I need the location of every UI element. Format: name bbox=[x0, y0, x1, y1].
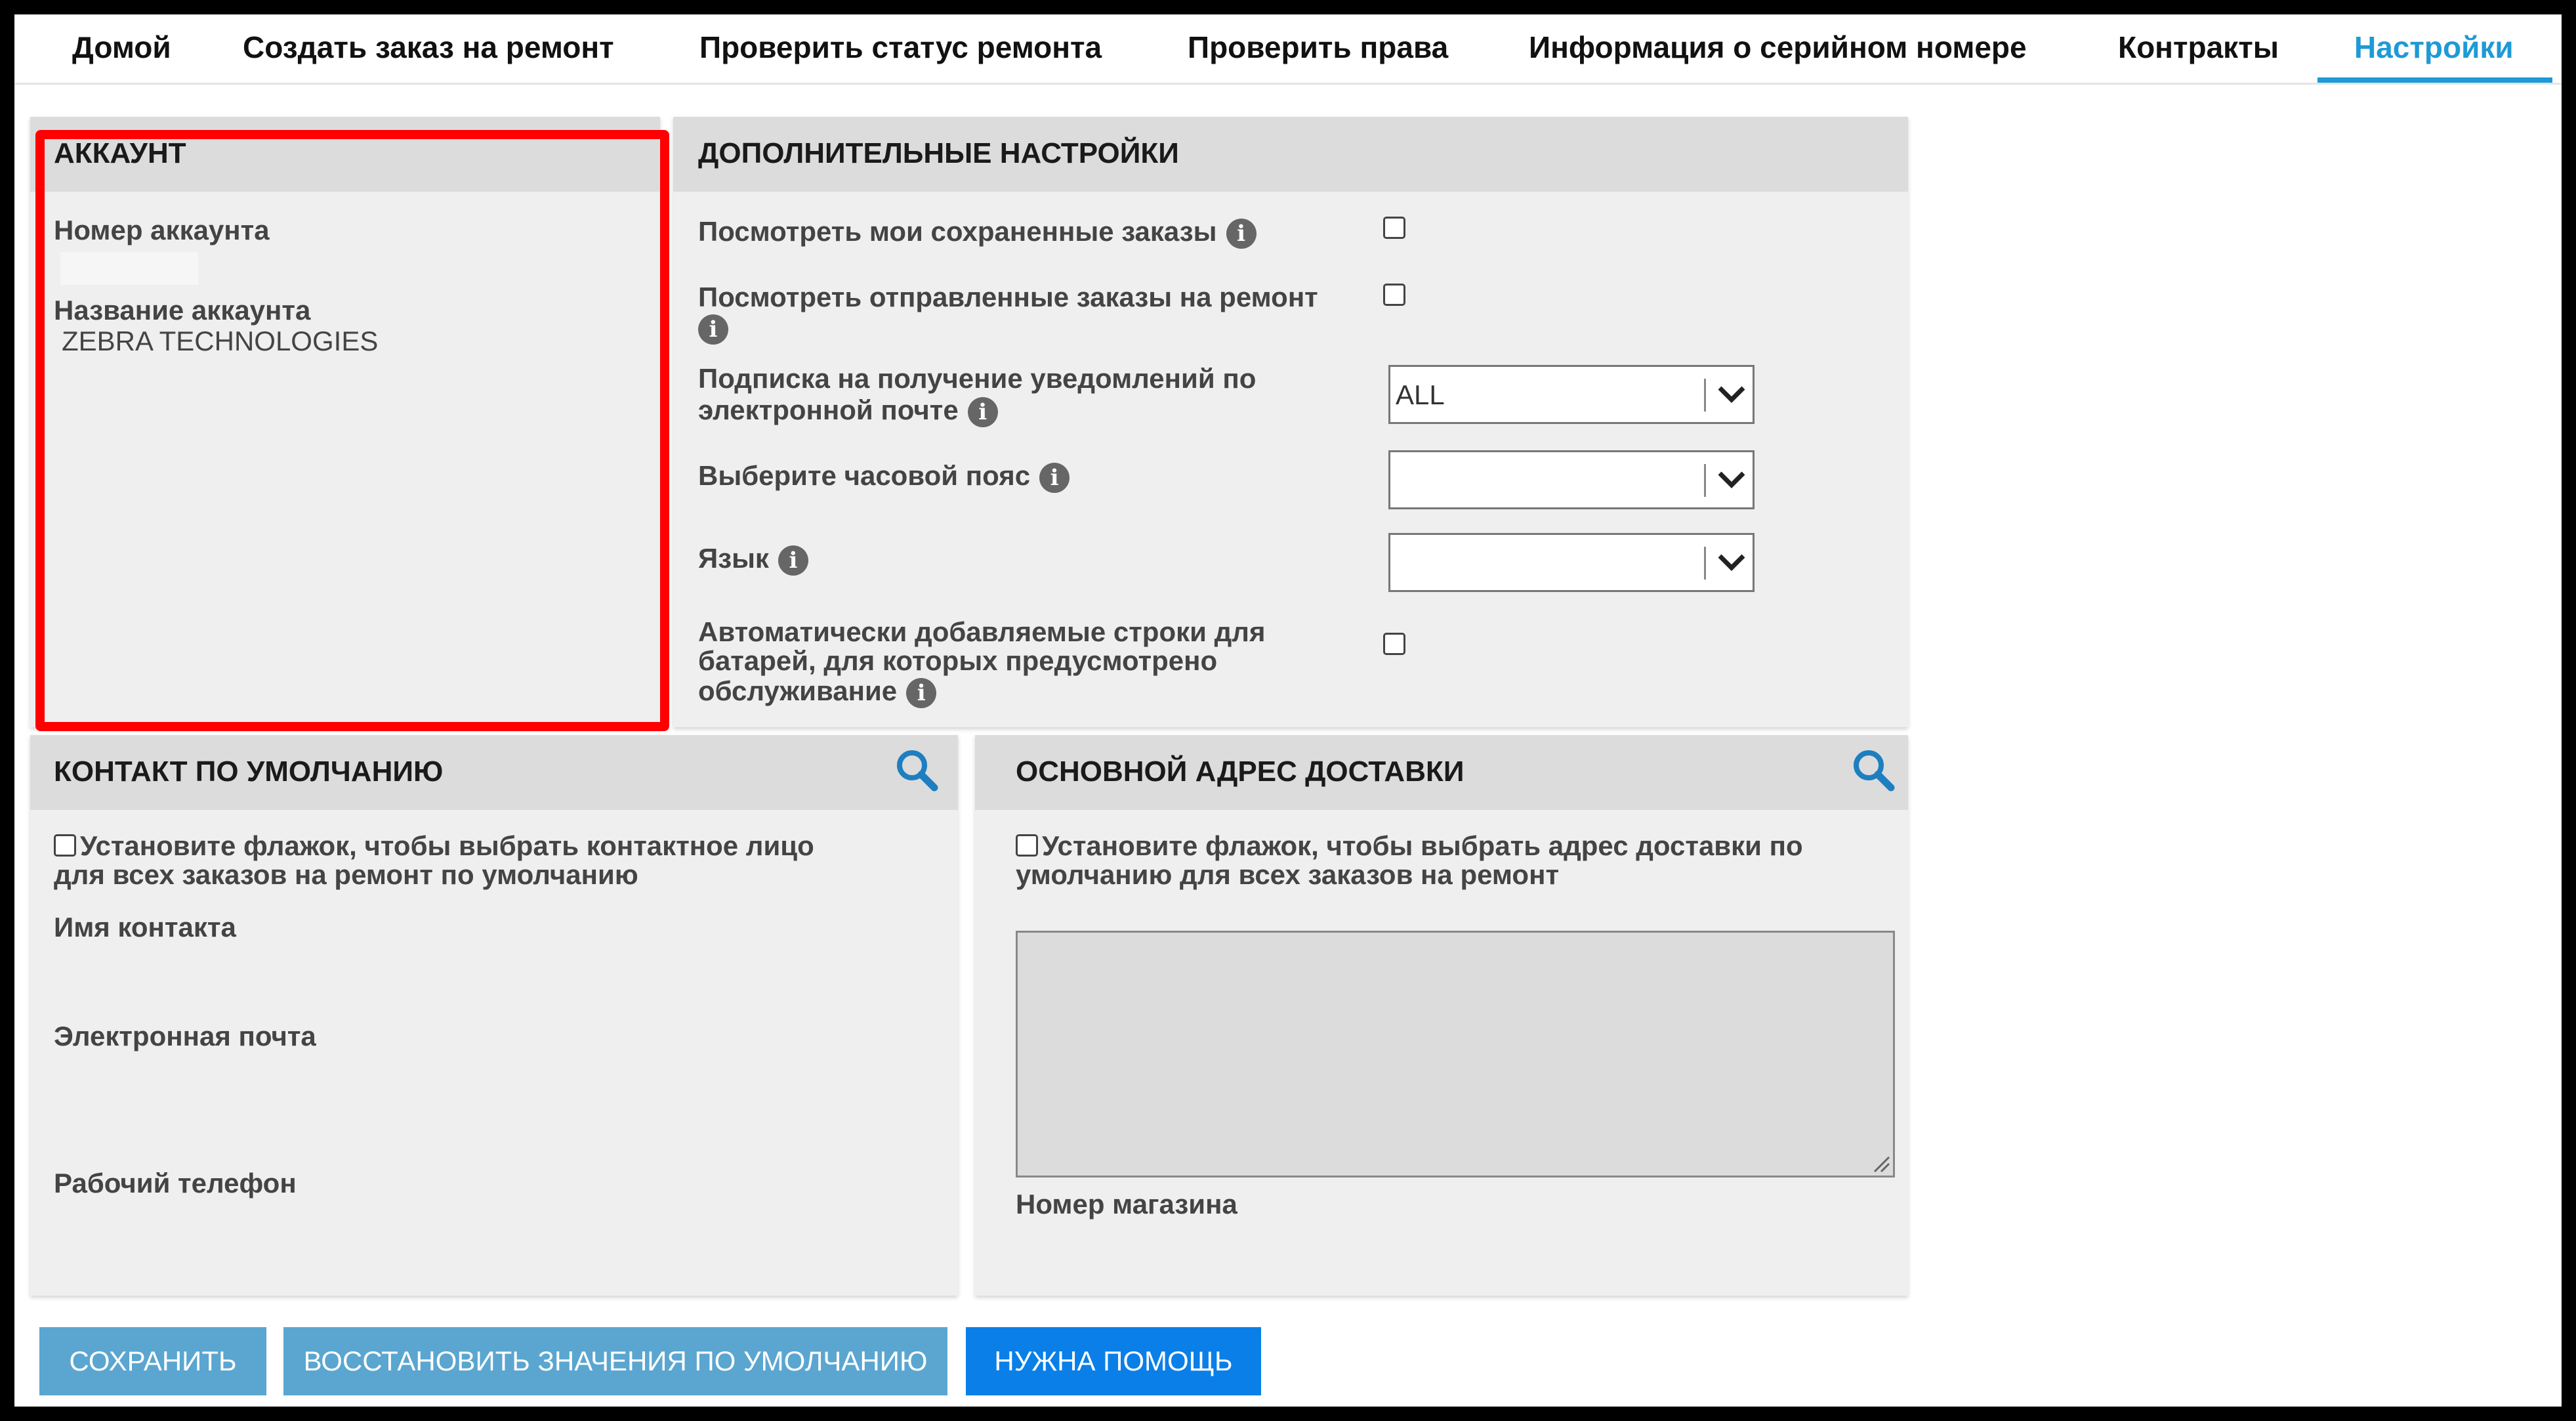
email-subscription-value: ALL bbox=[1396, 379, 1445, 410]
shipping-address-textarea[interactable] bbox=[1016, 931, 1895, 1177]
search-icon[interactable] bbox=[894, 747, 940, 793]
email-subscription-label-line2: электронной почте i bbox=[698, 395, 998, 427]
default-contact-panel: КОНТАКТ ПО УМОЛЧАНИЮ Установите флажок, … bbox=[30, 735, 958, 1296]
additional-settings-title: ДОПОЛНИТЕЛЬНЫЕ НАСТРОЙКИ bbox=[698, 137, 1179, 169]
top-nav: Домой Создать заказ на ремонт Проверить … bbox=[14, 14, 2562, 85]
battery-label-line1: Автоматически добавляемые строки для bbox=[698, 616, 1266, 647]
sent-orders-label: Посмотреть отправленные заказы на ремонт bbox=[698, 282, 1318, 312]
default-contact-checkbox-line1: Установите флажок, чтобы выбрать контакт… bbox=[54, 831, 814, 861]
nav-contracts[interactable]: Контракты bbox=[2118, 14, 2279, 83]
additional-settings-panel: ДОПОЛНИТЕЛЬНЫЕ НАСТРОЙКИ Посмотреть мои … bbox=[673, 117, 1908, 727]
account-panel-title: АККАУНТ bbox=[54, 137, 186, 169]
settings-page: Домой Создать заказ на ремонт Проверить … bbox=[14, 14, 2562, 1407]
shipping-address-header: ОСНОВНОЙ АДРЕС ДОСТАВКИ bbox=[975, 735, 1908, 810]
nav-serial-number-info[interactable]: Информация о серийном номере bbox=[1529, 14, 2027, 83]
account-number-label: Номер аккаунта bbox=[54, 215, 270, 245]
battery-text: обслуживание bbox=[698, 675, 898, 706]
nav-check-entitlement[interactable]: Проверить права bbox=[1188, 14, 1448, 83]
nav-settings[interactable]: Настройки bbox=[2354, 14, 2514, 83]
info-icon[interactable]: i bbox=[698, 314, 728, 345]
info-icon[interactable]: i bbox=[1039, 462, 1070, 493]
email-subscription-text: электронной почте bbox=[698, 394, 959, 425]
default-contact-title: КОНТАКТ ПО УМОЛЧАНИЮ bbox=[54, 755, 444, 788]
default-contact-checkbox-text: Установите флажок, чтобы выбрать контакт… bbox=[80, 830, 814, 861]
battery-auto-add-checkbox[interactable] bbox=[1383, 633, 1405, 655]
chevron-down-icon bbox=[1718, 471, 1745, 488]
info-icon[interactable]: i bbox=[967, 396, 998, 427]
account-name-value: ZEBRA TECHNOLOGIES bbox=[62, 326, 379, 356]
sent-orders-info-wrap: i bbox=[689, 312, 728, 345]
chevron-down-icon bbox=[1718, 386, 1745, 403]
account-panel: АККАУНТ Номер аккаунта Название аккаунта… bbox=[30, 117, 660, 727]
restore-defaults-button[interactable]: ВОССТАНОВИТЬ ЗНАЧЕНИЯ ПО УМОЛЧАНИЮ bbox=[283, 1327, 947, 1395]
search-icon[interactable] bbox=[1850, 747, 1896, 793]
sent-orders-checkbox[interactable] bbox=[1383, 284, 1405, 306]
timezone-text: Выберите часовой пояс bbox=[698, 460, 1031, 491]
timezone-select[interactable] bbox=[1388, 450, 1755, 509]
battery-label-line3: обслуживание i bbox=[698, 675, 937, 708]
chevron-down-icon bbox=[1718, 554, 1745, 571]
saved-orders-label: Посмотреть мои сохраненные заказы i bbox=[698, 217, 1257, 249]
select-separator bbox=[1704, 547, 1706, 580]
resize-grip-icon[interactable] bbox=[1872, 1155, 1890, 1173]
default-contact-header: КОНТАКТ ПО УМОЛЧАНИЮ bbox=[30, 735, 958, 810]
shipping-checkbox-text: Установите флажок, чтобы выбрать адрес д… bbox=[1042, 830, 1803, 861]
language-select[interactable] bbox=[1388, 533, 1755, 592]
language-text: Язык bbox=[698, 543, 769, 574]
store-number-label: Номер магазина bbox=[1016, 1189, 1237, 1220]
contact-email-label: Электронная почта bbox=[54, 1021, 316, 1051]
battery-label-line2: батарей, для которых предусмотрено bbox=[698, 645, 1218, 676]
timezone-label: Выберите часовой пояс i bbox=[698, 461, 1070, 493]
info-icon[interactable]: i bbox=[1226, 218, 1257, 249]
shipping-checkbox-line1: Установите флажок, чтобы выбрать адрес д… bbox=[1016, 831, 1803, 861]
contact-phone-label: Рабочий телефон bbox=[54, 1168, 297, 1198]
select-separator bbox=[1704, 379, 1706, 412]
language-label: Язык i bbox=[698, 543, 808, 576]
email-subscription-select[interactable]: ALL bbox=[1388, 365, 1755, 424]
shipping-address-title: ОСНОВНОЙ АДРЕС ДОСТАВКИ bbox=[1016, 755, 1465, 788]
default-shipping-checkbox[interactable] bbox=[1016, 834, 1038, 857]
info-icon[interactable]: i bbox=[778, 545, 808, 576]
nav-check-repair-status[interactable]: Проверить статус ремонта bbox=[699, 14, 1102, 83]
save-button[interactable]: СОХРАНИТЬ bbox=[39, 1327, 266, 1395]
default-contact-checkbox-line2: для всех заказов на ремонт по умолчанию bbox=[54, 859, 638, 890]
info-icon[interactable]: i bbox=[906, 677, 937, 708]
additional-settings-header: ДОПОЛНИТЕЛЬНЫЕ НАСТРОЙКИ bbox=[673, 117, 1908, 192]
nav-active-underline bbox=[2317, 77, 2552, 83]
nav-home[interactable]: Домой bbox=[72, 14, 171, 83]
contact-name-label: Имя контакта bbox=[54, 912, 236, 943]
nav-create-repair-order[interactable]: Создать заказ на ремонт bbox=[243, 14, 614, 83]
select-separator bbox=[1704, 464, 1706, 497]
saved-orders-text: Посмотреть мои сохраненные заказы bbox=[698, 216, 1217, 247]
default-contact-checkbox[interactable] bbox=[54, 834, 76, 857]
account-panel-header: АККАУНТ bbox=[30, 117, 660, 192]
account-number-value bbox=[60, 252, 198, 285]
saved-orders-checkbox[interactable] bbox=[1383, 217, 1405, 239]
email-subscription-label-line1: Подписка на получение уведомлений по bbox=[698, 363, 1257, 394]
shipping-checkbox-line2: умолчанию для всех заказов на ремонт bbox=[1016, 859, 1560, 890]
need-help-button[interactable]: НУЖНА ПОМОЩЬ bbox=[966, 1327, 1261, 1395]
account-name-label: Название аккаунта bbox=[54, 295, 311, 326]
